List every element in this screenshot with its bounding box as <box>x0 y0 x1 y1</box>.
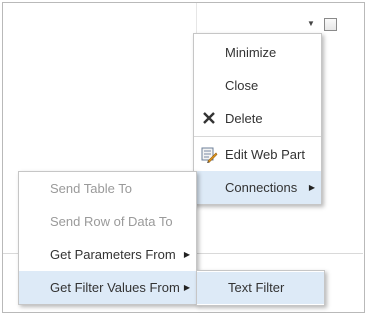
menu-item-send-row-of-data-to: Send Row of Data To <box>19 205 196 238</box>
connections-submenu: Send Table To Send Row of Data To Get Pa… <box>18 171 197 305</box>
menu-item-send-table-to-label: Send Table To <box>50 181 132 196</box>
menu-item-minimize[interactable]: Minimize <box>194 36 321 69</box>
menu-item-minimize-label: Minimize <box>225 45 277 60</box>
menu-item-close-label: Close <box>225 78 259 93</box>
submenu-arrow-icon: ▶ <box>183 250 190 259</box>
web-part-menu-dropdown-arrow-icon[interactable]: ▼ <box>307 19 315 28</box>
menu-item-close[interactable]: Close <box>194 69 321 102</box>
menu-item-delete-label: Delete <box>225 111 263 126</box>
menu-item-get-parameters-from-label: Get Parameters From <box>50 247 176 262</box>
submenu-arrow-icon: ▶ <box>308 183 315 192</box>
menu-item-send-row-of-data-to-label: Send Row of Data To <box>50 214 173 229</box>
menu-item-get-parameters-from[interactable]: Get Parameters From ▶ <box>19 238 196 271</box>
menu-item-get-filter-values-from-label: Get Filter Values From <box>50 280 180 295</box>
menu-item-send-table-to: Send Table To <box>19 172 196 205</box>
menu-item-edit-web-part[interactable]: Edit Web Part <box>194 138 321 171</box>
menu-item-text-filter-label: Text Filter <box>228 280 285 295</box>
menu-item-edit-web-part-label: Edit Web Part <box>225 147 305 162</box>
web-part-select-checkbox[interactable] <box>324 18 337 31</box>
menu-item-get-filter-values-from[interactable]: Get Filter Values From ▶ <box>19 271 196 304</box>
menu-item-connections-label: Connections <box>225 180 298 195</box>
menu-item-text-filter[interactable]: Text Filter <box>197 272 324 304</box>
web-part-menu: Minimize Close Delete Edit Web Part Conn… <box>193 33 322 205</box>
menu-item-connections[interactable]: Connections ▶ <box>194 171 321 204</box>
submenu-arrow-icon: ▶ <box>183 283 190 292</box>
filter-values-submenu: Text Filter <box>196 270 325 306</box>
menu-item-delete[interactable]: Delete <box>194 102 321 135</box>
menu-separator <box>194 136 321 137</box>
